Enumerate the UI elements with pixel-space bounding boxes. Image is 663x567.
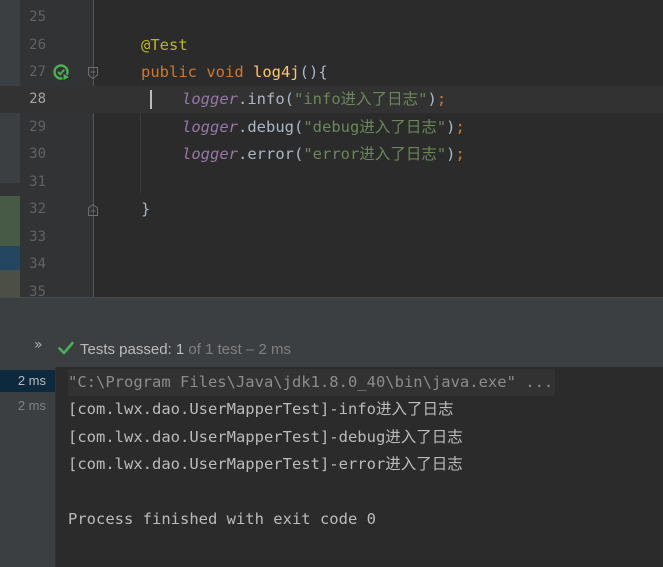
code-token: ; <box>455 145 465 163</box>
text-caret <box>150 90 152 109</box>
code-line[interactable]: 27 public void log4j(){ <box>0 59 663 86</box>
code-text: @Test <box>141 32 188 59</box>
code-token: } <box>141 200 151 218</box>
code-token: log4j <box>252 63 300 81</box>
console-exit-line: Process finished with exit code 0 <box>68 510 376 528</box>
test-tree[interactable]: 2 ms 2 ms <box>0 367 55 567</box>
code-token: logger <box>182 145 238 163</box>
code-token: "info进入了日志" <box>294 90 428 108</box>
code-token: public void <box>141 63 253 81</box>
code-token: logger <box>182 118 238 136</box>
code-text: logger.error("error进入了日志"); <box>182 141 465 168</box>
code-text: logger.info("info进入了日志"); <box>182 86 446 113</box>
console-output[interactable]: "C:\Program Files\Java\jdk1.8.0_40\bin\j… <box>56 367 663 567</box>
code-token: ) <box>427 90 437 108</box>
code-line[interactable]: 25 <box>0 4 663 31</box>
code-text: public void log4j(){ <box>141 59 328 86</box>
code-token: @Test <box>141 36 188 54</box>
code-line[interactable]: 26 @Test <box>0 32 663 59</box>
test-status: Tests passed: 1 of 1 test – 2 ms <box>80 341 291 358</box>
code-line[interactable]: 29 logger.debug("debug进入了日志"); <box>0 114 663 141</box>
code-line[interactable]: 32} <box>0 196 663 223</box>
code-token: .error( <box>238 145 304 163</box>
fold-icon[interactable] <box>87 203 99 217</box>
code-token: ; <box>436 90 447 108</box>
status-label: Tests passed: <box>80 341 176 358</box>
code-editor[interactable]: 25 26 @Test 27 public void log4j(){ 28 logger.… <box>0 0 663 297</box>
status-count: 1 <box>175 341 185 358</box>
check-icon <box>58 341 74 355</box>
line-number: 31 <box>29 174 46 190</box>
code-text: logger.debug("debug进入了日志"); <box>182 114 465 141</box>
console-log-line: [com.lwx.dao.UserMapperTest]-debug进入了日志 <box>68 428 463 446</box>
run-tool-header: » Tests passed: 1 of 1 test – 2 ms <box>0 297 663 368</box>
line-number: 34 <box>29 256 46 272</box>
line-number: 26 <box>29 37 46 53</box>
line-number: 32 <box>29 201 46 217</box>
code-token: "error进入了日志" <box>303 145 447 163</box>
code-token: ; <box>455 118 465 136</box>
code-line[interactable]: 34 <box>0 251 663 278</box>
test-duration-root[interactable]: 2 ms <box>18 373 46 388</box>
line-number: 33 <box>29 229 46 245</box>
code-token: ) <box>446 145 456 163</box>
code-token: (){ <box>299 63 328 81</box>
code-line[interactable]: 35 <box>0 279 663 297</box>
test-duration-item[interactable]: 2 ms <box>18 398 46 413</box>
code-token: .debug( <box>238 118 304 136</box>
line-number: 30 <box>29 146 46 162</box>
chevron-double-right-icon[interactable]: » <box>34 337 43 353</box>
code-text: } <box>141 196 150 223</box>
console-log-line: [com.lwx.dao.UserMapperTest]-info进入了日志 <box>68 400 454 418</box>
code-line[interactable]: 33 <box>0 224 663 251</box>
line-number: 35 <box>29 284 46 297</box>
fold-icon[interactable] <box>87 66 99 80</box>
code-token: ) <box>446 118 456 136</box>
line-number: 28 <box>29 91 46 107</box>
console-command-line[interactable]: "C:\Program Files\Java\jdk1.8.0_40\bin\j… <box>68 369 556 396</box>
status-detail: of 1 test – 2 ms <box>184 341 291 358</box>
code-token: logger <box>182 90 238 108</box>
line-number: 29 <box>29 119 46 135</box>
line-number: 27 <box>29 64 46 80</box>
code-token: "debug进入了日志" <box>303 118 447 136</box>
code-line[interactable]: 30 logger.error("error进入了日志"); <box>0 141 663 168</box>
run-test-icon[interactable] <box>53 64 71 82</box>
code-line[interactable]: 31 <box>0 169 663 196</box>
line-number: 25 <box>29 9 46 25</box>
code-line[interactable]: 28 logger.info("info进入了日志"); <box>0 86 663 113</box>
code-token: .info( <box>238 90 294 108</box>
console-log-line: [com.lwx.dao.UserMapperTest]-error进入了日志 <box>68 455 463 473</box>
